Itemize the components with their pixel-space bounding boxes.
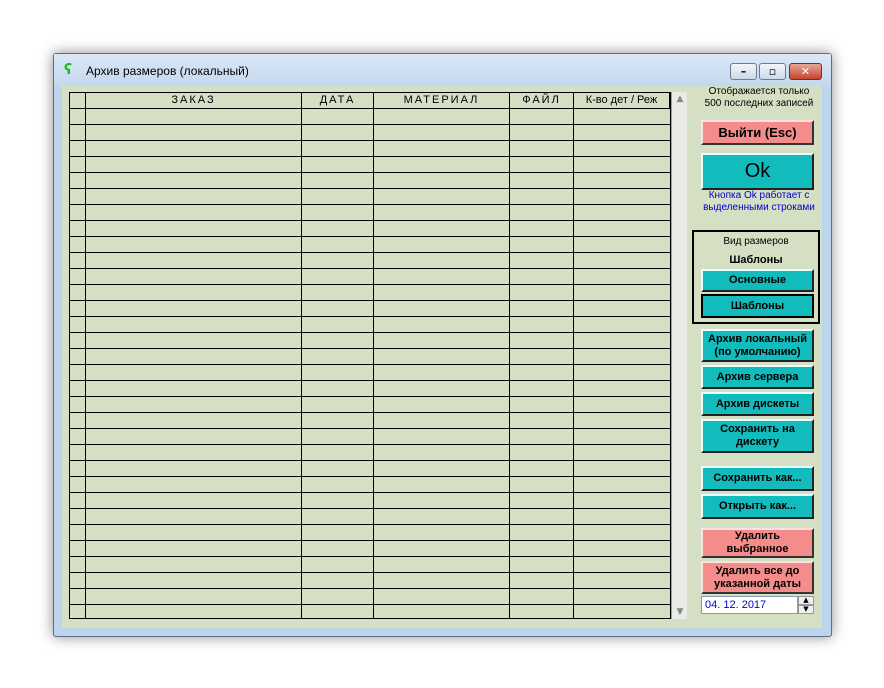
maximize-button[interactable]: ▫ — [759, 63, 786, 80]
grid-row-divider — [70, 428, 670, 429]
delete-selected-line1: Удалить — [734, 530, 781, 542]
grid-row-divider — [70, 380, 670, 381]
ok-hint-note: Кнопка Ok работает с выделенными строкам… — [694, 190, 824, 214]
grid-row-divider — [70, 524, 670, 525]
grid-row-divider — [70, 588, 670, 589]
grid-row-divider — [70, 412, 670, 413]
minimize-icon: – — [740, 65, 747, 78]
date-spin-up-icon[interactable]: ▲ — [798, 596, 814, 605]
archive-window: ʕ Архив размеров (локальный) – ▫ ✕ ЗАКАЗ… — [53, 53, 832, 637]
grid-row-divider — [70, 156, 670, 157]
date-input[interactable]: 04. 12. 2017 — [701, 596, 798, 614]
archive-local-button[interactable]: Архив локальный (по умолчанию) — [701, 329, 814, 362]
grid-row-divider — [70, 348, 670, 349]
column-header-quantity[interactable]: К-во дет / Реж — [574, 93, 670, 109]
delete-before-line1: Удалить все до — [715, 564, 800, 577]
grid-row-divider — [70, 172, 670, 173]
grid-row-divider — [70, 124, 670, 125]
grid-row-divider — [70, 188, 670, 189]
records-grid[interactable]: ЗАКАЗ ДАТА МАТЕРИАЛ ФАЙЛ К-во дет / Реж — [69, 92, 671, 619]
client-area: ЗАКАЗ ДАТА МАТЕРИАЛ ФАЙЛ К-во дет / Реж … — [62, 86, 822, 628]
archive-local-line2: (по умолчанию) — [714, 345, 801, 358]
grid-row-divider — [70, 444, 670, 445]
grid-row-divider — [70, 332, 670, 333]
grid-row-divider — [70, 492, 670, 493]
delete-selected-line2: выбранное — [726, 543, 789, 555]
delete-selected-button[interactable]: Удалить выбранное — [701, 528, 814, 558]
close-icon: ✕ — [800, 65, 811, 78]
date-spin-down-icon[interactable]: ▼ — [798, 605, 814, 614]
maximize-icon: ▫ — [768, 65, 777, 78]
records-limit-note: Отображается только 500 последних записе… — [694, 86, 824, 110]
grid-row-divider — [70, 316, 670, 317]
grid-row-divider — [70, 476, 670, 477]
view-mode-current: Шаблоны — [729, 254, 783, 266]
grid-row-divider — [70, 204, 670, 205]
save-to-disk-line1: Сохранить на — [720, 423, 795, 435]
app-logo-icon: ʕ — [64, 62, 73, 78]
grid-scrollbar[interactable]: ▲ ▼ — [671, 92, 687, 619]
grid-row-divider — [70, 284, 670, 285]
grid-row-divider — [70, 220, 670, 221]
grid-row-divider — [70, 364, 670, 365]
view-templates-button[interactable]: Шаблоны — [701, 294, 814, 318]
delete-before-date-button[interactable]: Удалить все до указанной даты — [701, 561, 814, 594]
records-limit-line2: 500 последних записей — [704, 98, 814, 109]
ok-hint-line1: Кнопка Ok работает с — [708, 190, 810, 201]
grid-row-divider — [70, 300, 670, 301]
minimize-button[interactable]: – — [730, 63, 757, 80]
grid-row-divider — [70, 236, 670, 237]
column-header-material[interactable]: МАТЕРИАЛ — [374, 93, 510, 109]
column-header-order[interactable]: ЗАКАЗ — [86, 93, 302, 109]
ok-hint-line2: выделенными строками — [703, 202, 815, 213]
scroll-down-arrow-icon[interactable]: ▼ — [674, 607, 686, 617]
close-button[interactable]: ✕ — [789, 63, 822, 80]
grid-row-divider — [70, 268, 670, 269]
title-bar[interactable]: ʕ Архив размеров (локальный) – ▫ ✕ — [54, 54, 831, 86]
view-main-button[interactable]: Основные — [701, 269, 814, 292]
row-selector-header — [70, 93, 86, 109]
column-header-date[interactable]: ДАТА — [302, 93, 374, 109]
delete-before-line2: указанной даты — [713, 577, 802, 590]
open-as-button[interactable]: Открыть как... — [701, 494, 814, 519]
grid-row-divider — [70, 556, 670, 557]
scroll-up-arrow-icon[interactable]: ▲ — [674, 94, 686, 104]
archive-disk-button[interactable]: Архив дискеты — [701, 392, 814, 416]
save-to-disk-button[interactable]: Сохранить на дискету — [701, 419, 814, 453]
view-mode-title: Вид размеров — [723, 236, 789, 247]
exit-button[interactable]: Выйти (Esc) — [701, 120, 814, 145]
column-header-file[interactable]: ФАЙЛ — [510, 93, 574, 109]
grid-row-divider — [70, 540, 670, 541]
grid-row-divider — [70, 508, 670, 509]
archive-local-line1: Архив локальный — [708, 332, 807, 345]
grid-row-divider — [70, 604, 670, 605]
window-title: Архив размеров (локальный) — [86, 64, 249, 78]
ok-button[interactable]: Ok — [701, 153, 814, 190]
grid-row-divider — [70, 572, 670, 573]
grid-row-divider — [70, 460, 670, 461]
save-to-disk-line2: дискету — [735, 436, 780, 448]
view-mode-group: Вид размеров Шаблоны Основные Шаблоны — [692, 230, 820, 324]
grid-row-divider — [70, 396, 670, 397]
archive-server-button[interactable]: Архив сервера — [701, 365, 814, 389]
grid-row-divider — [70, 140, 670, 141]
grid-row-divider — [70, 252, 670, 253]
save-as-button[interactable]: Сохранить как... — [701, 466, 814, 491]
records-limit-line1: Отображается только — [708, 86, 810, 97]
